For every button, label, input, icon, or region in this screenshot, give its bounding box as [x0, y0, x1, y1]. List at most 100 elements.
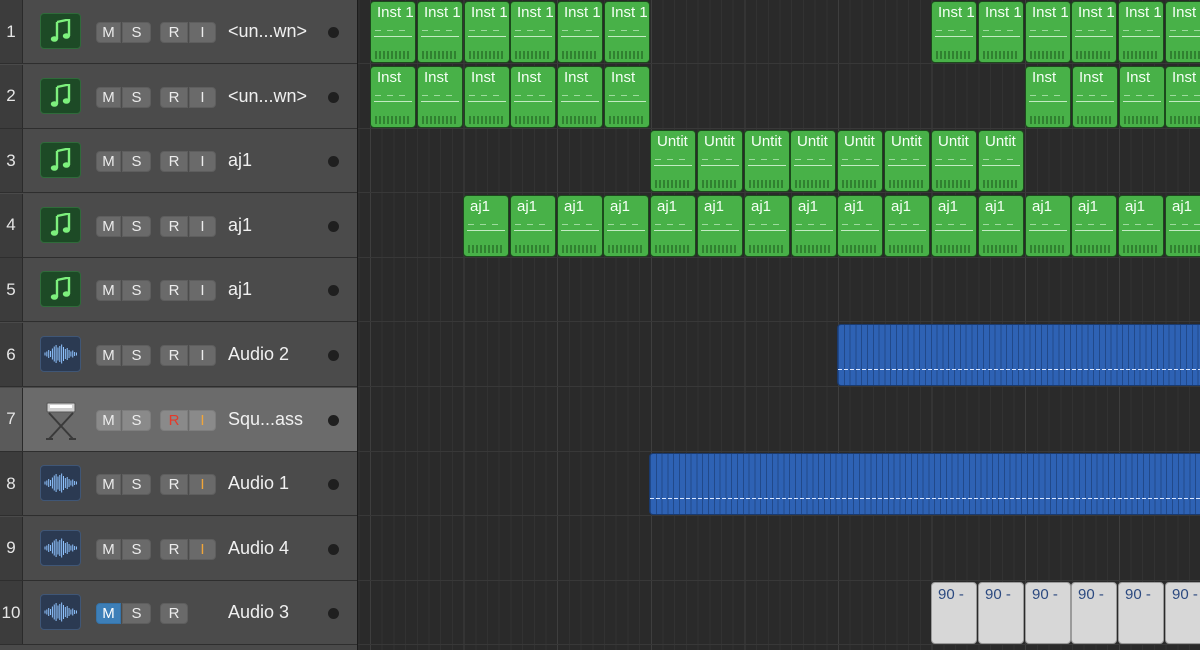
midi-region[interactable]: Inst — [464, 65, 510, 128]
midi-region[interactable]: Inst — [370, 65, 416, 128]
midi-region[interactable]: aj1 — [931, 194, 977, 257]
track-header[interactable]: 9 M S R I Audio 4 — [0, 516, 357, 581]
midi-region[interactable]: Inst — [1072, 65, 1118, 128]
midi-region[interactable]: Inst 1 — [464, 1, 510, 63]
midi-region[interactable]: aj1 — [978, 194, 1024, 257]
audio-region[interactable] — [649, 453, 1200, 516]
midi-region[interactable]: aj1 — [557, 194, 603, 257]
track-name[interactable]: Squ...ass — [228, 388, 303, 451]
midi-region[interactable]: aj1 — [510, 194, 556, 257]
audio-waveform-icon[interactable] — [40, 529, 81, 566]
midi-region[interactable]: Inst — [1165, 65, 1200, 128]
track-name[interactable]: Audio 4 — [228, 517, 289, 580]
track-name[interactable]: aj1 — [228, 194, 252, 257]
mute-button[interactable]: M — [96, 474, 121, 496]
solo-button[interactable]: S — [122, 603, 151, 625]
input-monitor-button[interactable]: I — [189, 86, 216, 108]
track-header[interactable]: 4 M S R Iaj1 — [0, 193, 357, 258]
music-note-icon[interactable] — [40, 206, 81, 243]
track-header[interactable]: 1 M S R I <un...wn> — [0, 0, 357, 64]
track-header[interactable]: 5 M S R Iaj1 — [0, 258, 357, 323]
midi-region[interactable]: aj1 — [791, 194, 837, 257]
record-enable-button[interactable]: R — [160, 86, 188, 108]
midi-region[interactable]: Inst — [557, 65, 603, 128]
midi-region[interactable]: Untit — [884, 130, 930, 193]
solo-button[interactable]: S — [122, 22, 151, 43]
midi-region[interactable]: Inst — [1025, 65, 1071, 128]
midi-region[interactable]: aj1 — [1071, 194, 1117, 257]
midi-region[interactable]: aj1 — [837, 194, 883, 257]
midi-region[interactable]: aj1 — [603, 194, 649, 257]
music-note-icon[interactable] — [40, 77, 81, 114]
record-enable-button[interactable]: R — [160, 603, 188, 625]
track-name[interactable]: <un...wn> — [228, 65, 307, 128]
mute-button[interactable]: M — [96, 538, 121, 560]
mute-button[interactable]: M — [96, 409, 121, 431]
audio-region[interactable]: 90 - — [1071, 582, 1117, 645]
midi-region[interactable]: aj1 — [884, 194, 930, 257]
midi-region[interactable]: Untit — [790, 130, 836, 193]
track-name[interactable]: <un...wn> — [228, 0, 307, 63]
midi-region[interactable]: Untit — [650, 130, 696, 193]
keyboard-stand-icon[interactable] — [40, 401, 81, 440]
midi-region[interactable]: aj1 — [650, 194, 696, 257]
mute-button[interactable]: M — [96, 151, 121, 173]
midi-region[interactable]: Untit — [837, 130, 883, 193]
record-enable-button[interactable]: R — [160, 345, 188, 366]
solo-button[interactable]: S — [122, 215, 151, 237]
record-enable-button[interactable]: R — [160, 538, 188, 560]
mute-button[interactable]: M — [96, 215, 121, 237]
midi-region[interactable]: aj1 — [697, 194, 743, 257]
midi-region[interactable]: aj1 — [1118, 194, 1164, 257]
track-header[interactable]: 3 M S R Iaj1 — [0, 129, 357, 194]
audio-waveform-icon[interactable] — [40, 594, 81, 631]
music-note-icon[interactable] — [40, 142, 81, 179]
track-header[interactable]: 6 M S R I Audio 2 — [0, 323, 357, 387]
midi-region[interactable]: Untit — [931, 130, 977, 193]
input-monitor-button[interactable]: I — [189, 151, 216, 173]
mute-button[interactable]: M — [96, 280, 121, 302]
record-enable-button[interactable]: R — [160, 474, 188, 496]
midi-region[interactable]: Inst 1 — [417, 1, 463, 63]
midi-region[interactable]: Inst 1 — [978, 1, 1024, 63]
midi-region[interactable]: aj1 — [1025, 194, 1071, 257]
input-monitor-button[interactable]: I — [189, 474, 216, 496]
midi-region[interactable]: aj1 — [463, 194, 509, 257]
midi-region[interactable]: Inst — [1119, 65, 1165, 128]
record-enable-button[interactable]: R — [160, 280, 188, 302]
record-enable-button[interactable]: R — [160, 151, 188, 173]
track-name[interactable]: Audio 3 — [228, 581, 289, 644]
track-lane[interactable] — [358, 258, 1200, 323]
midi-region[interactable]: Inst — [604, 65, 650, 128]
midi-region[interactable]: Inst — [510, 65, 556, 128]
mute-button[interactable]: M — [96, 603, 121, 625]
solo-button[interactable]: S — [122, 86, 151, 108]
track-header[interactable]: 10 M S R Audio 3 — [0, 581, 357, 646]
midi-region[interactable]: Inst 1 — [1118, 1, 1164, 63]
midi-region[interactable]: Inst 1 — [604, 1, 650, 63]
midi-region[interactable]: Inst 1 — [1071, 1, 1117, 63]
music-note-icon[interactable] — [40, 13, 81, 49]
midi-region[interactable]: Inst 1 — [510, 1, 556, 63]
audio-region[interactable]: 90 - — [931, 582, 977, 645]
audio-region[interactable]: 90 - — [978, 582, 1024, 645]
record-enable-button[interactable]: R — [160, 409, 188, 431]
input-monitor-button[interactable]: I — [189, 22, 216, 43]
input-monitor-button[interactable]: I — [189, 280, 216, 302]
record-enable-button[interactable]: R — [160, 22, 188, 43]
midi-region[interactable]: Inst 1 — [1025, 1, 1071, 63]
solo-button[interactable]: S — [122, 474, 151, 496]
track-lane[interactable] — [358, 517, 1200, 581]
input-monitor-button[interactable]: I — [189, 409, 216, 431]
track-name[interactable]: aj1 — [228, 258, 252, 321]
midi-region[interactable]: Untit — [697, 130, 743, 193]
audio-waveform-icon[interactable] — [40, 465, 81, 502]
track-name[interactable]: aj1 — [228, 129, 252, 192]
music-note-icon[interactable] — [40, 271, 81, 308]
mute-button[interactable]: M — [96, 86, 121, 108]
audio-waveform-icon[interactable] — [40, 336, 81, 372]
midi-region[interactable]: Inst 1 — [1165, 1, 1200, 63]
input-monitor-button[interactable]: I — [189, 538, 216, 560]
audio-region[interactable] — [837, 324, 1200, 386]
audio-region[interactable]: 90 - — [1165, 582, 1200, 645]
